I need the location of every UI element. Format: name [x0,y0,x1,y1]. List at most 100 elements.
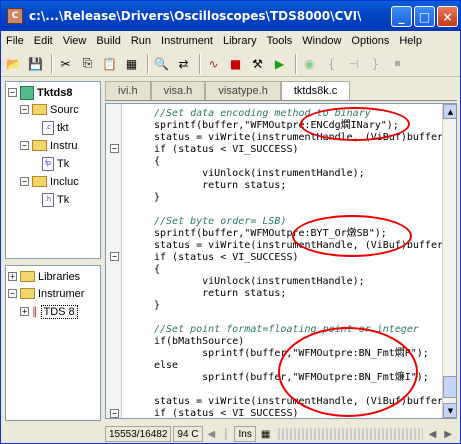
code-line: else [154,360,179,371]
menu-help[interactable]: Help [394,35,427,47]
menu-view[interactable]: View [58,35,92,47]
project-icon [20,85,34,100]
fold-gutter: − − − [106,104,122,418]
tab-ivi-h[interactable]: ivi.h [105,81,151,100]
go-icon[interactable]: ◉ [300,54,319,73]
step-out-icon[interactable]: } [366,54,385,73]
instruments-label: Instrumer [38,287,85,300]
cut-icon[interactable]: ✂ [56,54,75,73]
tree-source-file[interactable]: .c tkt [42,119,69,136]
vertical-scrollbar[interactable]: ▲ ▼ [442,104,456,418]
menu-library[interactable]: Library [218,35,262,47]
menu-window[interactable]: Window [297,35,346,47]
project-panel: − Tktds8 − Sourc .c tkt − Instru fp Tk −… [5,81,101,421]
collapse-icon[interactable]: − [8,289,17,298]
run-icon[interactable]: ▶ [270,54,289,73]
stop-icon[interactable]: ⏹ [388,54,407,73]
tree-project-row[interactable]: − Tktds8 [8,84,72,101]
maximize-button[interactable]: □ [414,6,435,27]
folder-icon [32,140,47,151]
fold-collapse-icon[interactable]: − [110,144,119,153]
close-button[interactable]: × [437,6,458,27]
code-line: if (status < VI_SUCCESS) [154,408,299,419]
function-panel-icon[interactable]: ∿ [204,54,223,73]
tree-include-folder[interactable]: − Incluc [20,173,79,190]
scroll-down-icon[interactable]: ▼ [443,403,456,418]
menu-options[interactable]: Options [346,35,394,47]
step-over-icon[interactable]: ⊣ [344,54,363,73]
menu-run[interactable]: Run [126,35,156,47]
libraries-label: Libraries [38,270,81,283]
project-tree: − Tktds8 − Sourc .c tkt − Instru fp Tk −… [5,81,101,259]
collapse-icon[interactable]: − [8,88,17,97]
menu-bar: File Edit View Build Run Instrument Libr… [1,31,460,50]
tab-tktds8k-c[interactable]: tktds8k.c [280,81,351,100]
cvi-app-icon: C [7,8,23,24]
build-icon[interactable]: ⚒ [248,54,267,73]
collapse-icon[interactable]: − [20,177,29,186]
tree-instrument-file[interactable]: fp Tk [42,155,69,172]
paste-icon[interactable]: 📋 [100,54,119,73]
collapse-icon[interactable]: − [20,141,29,150]
menu-edit[interactable]: Edit [29,35,58,47]
code-line: } [154,192,161,203]
fold-collapse-icon[interactable]: − [110,252,119,261]
project-name: Tktds8 [37,86,73,99]
highlight-circle [300,107,410,141]
tab-visatype-h[interactable]: visatype.h [205,81,281,100]
toolbar-separator [295,53,297,74]
save-icon[interactable]: 💾 [26,54,45,73]
tree-instruments[interactable]: − Instrumer [8,285,84,302]
include-folder-label: Incluc [50,175,79,188]
toolbar-separator [51,53,53,74]
folder-icon [20,288,35,299]
window-title: c:\...\Release\Drivers\Oscilloscopes\TDS… [29,9,361,23]
code-text-area[interactable]: − − − //Set data encoding method to bina… [105,103,457,419]
code-line: viUnlock(instrumentHandle); [178,276,365,287]
menu-instrument[interactable]: Instrument [156,35,218,47]
tab-visa-h[interactable]: visa.h [150,81,206,100]
tree-include-file[interactable]: .h Tk [42,191,69,208]
column-position: 94 C [173,426,203,442]
code-line: if(bMathSource) [154,336,245,347]
tree-instrument-folder[interactable]: − Instru [20,137,78,154]
title-bar[interactable]: C c:\...\Release\Drivers\Oscilloscopes\T… [1,1,460,31]
horizontal-scrollbar[interactable] [278,428,423,440]
breakpoint-icon[interactable]: ■ [226,54,245,73]
folder-icon [20,271,35,282]
highlight-circle [292,215,412,257]
scroll-up-icon[interactable]: ▲ [443,104,456,119]
include-file-label: Tk [57,193,70,206]
menu-build[interactable]: Build [91,35,125,47]
minimize-button[interactable]: _ [391,6,412,27]
collapse-icon[interactable]: − [20,105,29,114]
status-separator-icon: │ [223,428,230,440]
file-tabs: ivi.h visa.h visatype.h tktds8k.c [105,81,457,101]
status-arrow-icon: ◀ [207,428,216,440]
find-icon[interactable]: 🔍 [152,54,171,73]
step-into-icon[interactable]: { [322,54,341,73]
tree-libraries[interactable]: + Libraries [8,268,80,285]
scroll-thumb[interactable] [443,376,456,398]
panel-icon[interactable]: ▦ [122,54,141,73]
code-line: return status; [178,288,287,299]
open-folder-icon[interactable]: 📂 [4,54,23,73]
scroll-right-icon[interactable]: ▶ [441,426,455,442]
menu-file[interactable]: File [1,35,29,47]
source-file-label: tkt [57,121,69,134]
toolbar-separator [147,53,149,74]
h-file-icon: .h [42,192,54,207]
tree-instrument-item[interactable]: + ∥ TDS 8 [20,303,78,320]
source-editor: ivi.h visa.h visatype.h tktds8k.c − − − … [105,81,457,441]
tree-source-folder[interactable]: − Sourc [20,101,79,118]
replace-icon[interactable]: ⇄ [174,54,193,73]
menu-tools[interactable]: Tools [262,35,298,47]
fold-collapse-icon[interactable]: − [110,409,119,418]
copy-icon[interactable]: ⎘ [78,54,97,73]
code-line: { [154,156,161,167]
toolbar-separator [199,53,201,74]
expand-icon[interactable]: + [20,307,29,316]
expand-icon[interactable]: + [8,272,17,281]
scroll-left-icon[interactable]: ◀ [426,426,440,442]
line-position: 15553/16482 [105,426,172,442]
